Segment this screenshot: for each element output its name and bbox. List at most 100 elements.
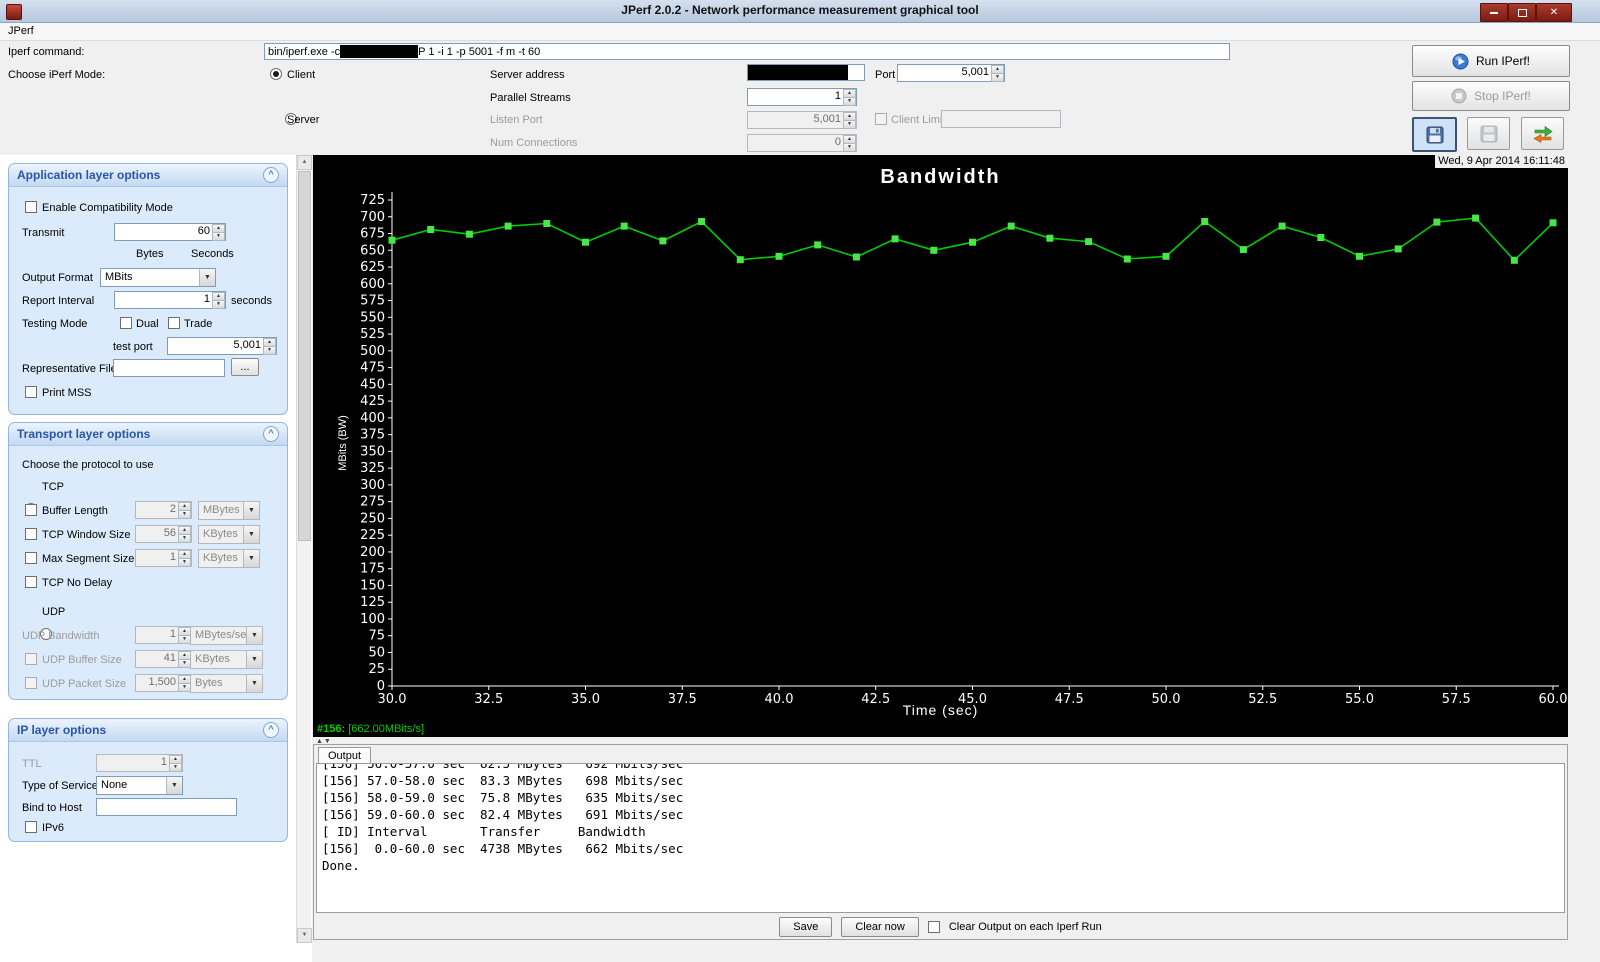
output-actions: Save Clear now Clear Output on each Iper…: [314, 917, 1567, 937]
spin-down-icon[interactable]: ▼: [263, 346, 276, 355]
tab-output[interactable]: Output: [318, 747, 372, 763]
udp-bandwidth-value: 1: [169, 628, 176, 640]
testing-mode-label: Testing Mode: [22, 318, 88, 330]
client-limit-label: Client Limit: [891, 114, 946, 126]
dual-checkbox[interactable]: [120, 317, 132, 329]
collapse-icon[interactable]: ^: [263, 722, 279, 738]
svg-text:575: 575: [360, 294, 385, 309]
type-of-service-value: None: [101, 779, 128, 791]
spin-up-icon[interactable]: ▲: [991, 65, 1004, 73]
scrollbar-thumb[interactable]: [298, 171, 311, 541]
spin-down-icon[interactable]: ▼: [212, 300, 225, 309]
dropdown-arrow-icon: ▼: [246, 651, 262, 668]
listen-port-arrows: ▲ ▼: [843, 112, 856, 129]
browse-button[interactable]: ...: [231, 358, 259, 376]
dropdown-arrow-icon[interactable]: ▼: [199, 269, 215, 286]
splitpane-toggle-icons[interactable]: ▲▼: [316, 738, 332, 745]
save-output-button[interactable]: [1412, 117, 1457, 152]
report-interval-spinner[interactable]: 1 ▲ ▼: [114, 291, 226, 309]
parallel-streams-arrows[interactable]: ▲ ▼: [843, 89, 856, 106]
compatibility-mode-checkbox[interactable]: [25, 201, 37, 213]
representative-file-field[interactable]: [113, 359, 225, 377]
scroll-up-icon[interactable]: ▲: [297, 155, 312, 170]
svg-text:625: 625: [360, 260, 385, 275]
print-mss-checkbox[interactable]: [25, 386, 37, 398]
parallel-streams-spinner[interactable]: 1 ▲ ▼: [747, 88, 857, 106]
port-value: 5,001: [961, 66, 989, 78]
collapse-icon[interactable]: ^: [263, 426, 279, 442]
dropdown-arrow-icon[interactable]: ▼: [166, 777, 182, 794]
menu-jperf[interactable]: JPerf: [8, 25, 34, 37]
collapse-icon[interactable]: ^: [263, 167, 279, 183]
svg-text:650: 650: [360, 243, 385, 258]
num-connections-value: 0: [834, 136, 841, 148]
spin-up-icon[interactable]: ▲: [263, 338, 276, 346]
report-interval-label: Report Interval: [22, 295, 95, 307]
close-button[interactable]: ✕: [1536, 3, 1572, 22]
ip-layer-header[interactable]: IP layer options ^: [9, 719, 287, 742]
tcp-no-delay-checkbox[interactable]: [25, 576, 37, 588]
type-of-service-combo[interactable]: None ▼: [96, 776, 183, 795]
spin-down-icon[interactable]: ▼: [212, 232, 225, 241]
port-spinner[interactable]: 5,001 ▲ ▼: [897, 64, 1005, 82]
console-line: [156] 0.0-60.0 sec 4738 MBytes 662 Mbits…: [322, 841, 684, 856]
spin-up-icon[interactable]: ▲: [212, 224, 225, 232]
transmit-spinner[interactable]: 60 ▲ ▼: [114, 223, 226, 241]
buffer-length-label: Buffer Length: [42, 505, 108, 517]
transmit-arrows[interactable]: ▲ ▼: [212, 224, 225, 241]
test-port-spinner[interactable]: 5,001 ▲ ▼: [167, 337, 277, 355]
iperf-command-field[interactable]: bin/iperf.exe -c P 1 -i 1 -p 5001 -f m -…: [264, 43, 1230, 60]
client-mode-radio[interactable]: [270, 68, 282, 80]
client-mode-label: Client: [287, 69, 316, 81]
svg-text:375: 375: [360, 428, 385, 443]
buffer-length-value: 2: [169, 503, 176, 515]
max-segment-checkbox[interactable]: [25, 552, 37, 564]
trade-checkbox[interactable]: [168, 317, 180, 329]
spin-up-icon[interactable]: ▲: [843, 89, 856, 97]
spin-up-icon: ▲: [843, 135, 856, 143]
restore-defaults-button[interactable]: [1521, 117, 1564, 150]
udp-bandwidth-unit-combo: MBytes/sec ▼: [190, 626, 263, 645]
tcp-window-checkbox[interactable]: [25, 528, 37, 540]
ipv6-checkbox[interactable]: [25, 821, 37, 833]
port-spinner-arrows[interactable]: ▲ ▼: [991, 65, 1004, 82]
clear-now-button[interactable]: Clear now: [841, 917, 919, 937]
save-button[interactable]: Save: [779, 917, 833, 937]
parallel-streams-label: Parallel Streams: [490, 92, 571, 104]
spin-down-icon[interactable]: ▼: [991, 73, 1004, 82]
clear-on-run-checkbox[interactable]: [927, 921, 940, 933]
chart-title: Bandwidth: [880, 166, 1001, 188]
application-layer-header[interactable]: Application layer options ^: [9, 164, 287, 187]
console-area[interactable]: [156] 56.0-57.0 sec 82.5 MBytes 692 Mbit…: [316, 763, 1565, 913]
server-address-field[interactable]: [747, 64, 865, 81]
test-port-arrows[interactable]: ▲ ▼: [263, 338, 276, 355]
sidebar-scrollbar[interactable]: ▲ ▼: [296, 155, 312, 943]
num-connections-arrows: ▲ ▼: [843, 135, 856, 152]
maximize-button[interactable]: [1508, 3, 1536, 22]
dropdown-arrow-icon: ▼: [243, 526, 259, 543]
output-format-combo[interactable]: MBits ▼: [100, 268, 216, 287]
udp-buffer-unit-combo: KBytes ▼: [190, 650, 263, 669]
transport-layer-panel: Transport layer options ^ Choose the pro…: [8, 422, 288, 700]
report-interval-arrows[interactable]: ▲ ▼: [212, 292, 225, 309]
svg-text:275: 275: [360, 495, 385, 510]
buffer-length-checkbox[interactable]: [25, 504, 37, 516]
udp-buffer-unit: KBytes: [195, 653, 230, 665]
tcp-window-arrows: ▲ ▼: [178, 526, 191, 543]
scroll-down-icon[interactable]: ▼: [297, 928, 312, 943]
spin-down-icon: ▼: [843, 120, 856, 129]
console-lines: [156] 56.0-57.0 sec 82.5 MBytes 692 Mbit…: [317, 764, 1564, 874]
chart-timestamp: Wed, 9 Apr 2014 16:11:48: [1435, 155, 1568, 168]
parallel-streams-value: 1: [834, 90, 841, 102]
transport-layer-header[interactable]: Transport layer options ^: [9, 423, 287, 446]
spin-down-icon[interactable]: ▼: [843, 97, 856, 106]
spin-up-icon[interactable]: ▲: [212, 292, 225, 300]
console-line: [156] 58.0-59.0 sec 75.8 MBytes 635 Mbit…: [322, 790, 684, 805]
bind-to-host-field[interactable]: [96, 798, 237, 816]
legend-series-name: #156:: [317, 723, 346, 735]
svg-text:100: 100: [360, 612, 385, 627]
run-iperf-button[interactable]: Run IPerf!: [1412, 45, 1570, 77]
svg-text:425: 425: [360, 394, 385, 409]
test-port-label: test port: [113, 341, 153, 353]
minimize-button[interactable]: [1480, 3, 1508, 22]
